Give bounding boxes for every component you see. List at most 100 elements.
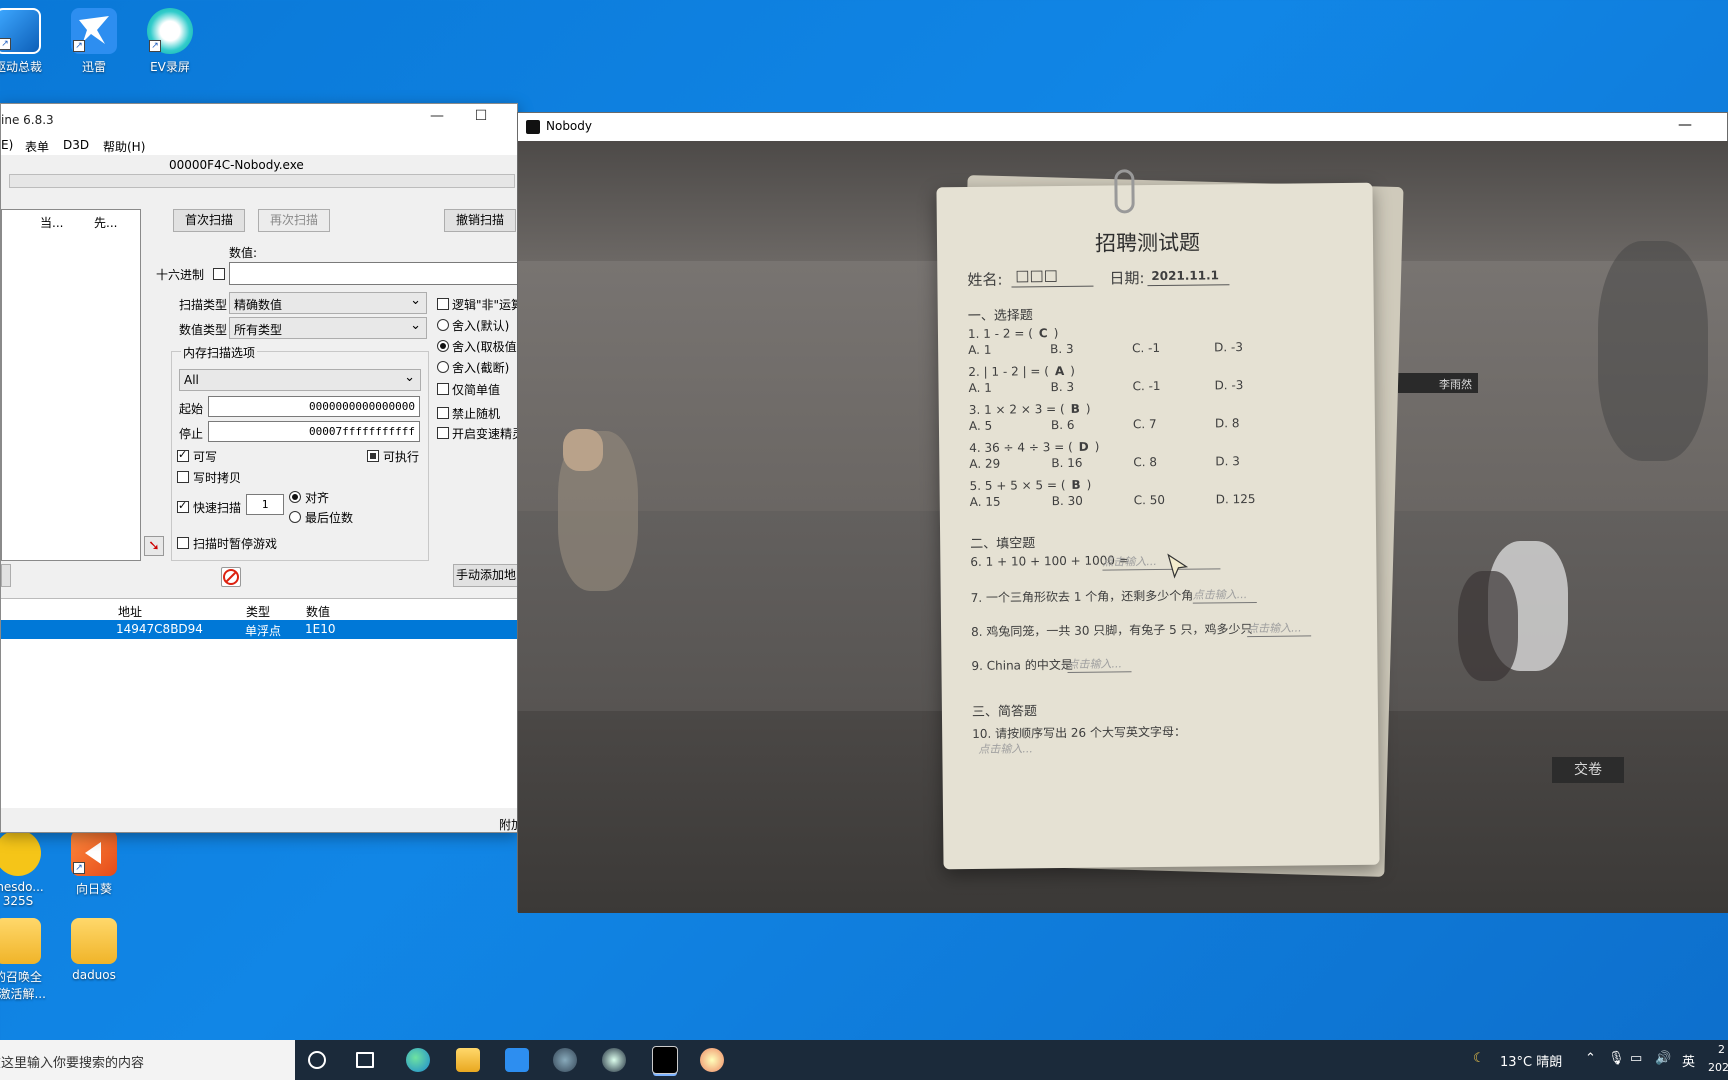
network-icon[interactable]: ▭	[1630, 1051, 1642, 1066]
stop-sign-icon[interactable]	[221, 567, 241, 587]
microphone-icon[interactable]: 🎙	[1608, 1051, 1625, 1066]
table-header-type[interactable]: 类型	[246, 603, 270, 620]
desktop-icon-ev-recorder[interactable]: ↗ EV录屏	[122, 8, 218, 75]
minimize-button[interactable]: —	[1678, 117, 1692, 133]
tray-chevron-icon[interactable]: ⌃	[1585, 1051, 1596, 1066]
ime-indicator[interactable]: 英	[1682, 1051, 1695, 1070]
answer-option[interactable]: A. 29	[969, 457, 1000, 471]
nobody-game-taskbar-icon[interactable]	[652, 1046, 678, 1074]
answer-option[interactable]: D. 125	[1216, 492, 1256, 506]
cortana-icon[interactable]	[308, 1051, 326, 1069]
answer-option[interactable]: B. 3	[1050, 342, 1074, 356]
column-header-current[interactable]: 当...	[40, 214, 63, 231]
executable-checkbox[interactable]	[367, 450, 379, 462]
stop-address-input[interactable]: 00007fffffffffff	[208, 421, 420, 442]
selected-answer[interactable]: B	[1071, 478, 1080, 492]
pause-game-checkbox[interactable]	[177, 537, 189, 549]
answer-input-6[interactable]: 点击输入...	[1102, 552, 1221, 571]
first-scan-button[interactable]: 首次扫描	[173, 209, 245, 232]
answer-option[interactable]: B. 6	[1051, 418, 1075, 432]
submit-button[interactable]: 交卷	[1552, 757, 1624, 783]
sunflower-taskbar-icon[interactable]	[700, 1048, 724, 1072]
game-viewport[interactable]: 李雨然 招聘测试题 姓名: □□□ 日期: 2021.11.1 一、选择题 1.…	[518, 141, 1728, 913]
pointer-arrow-icon[interactable]: ➘	[144, 536, 164, 556]
answer-option[interactable]: D. -3	[1214, 340, 1243, 354]
file-explorer-icon[interactable]	[456, 1048, 480, 1072]
answer-option[interactable]: A. 5	[969, 419, 992, 433]
selected-answer[interactable]: D	[1079, 440, 1089, 454]
next-scan-button[interactable]: 再次扫描	[258, 209, 330, 232]
answer-option[interactable]: A. 1	[968, 381, 991, 395]
round-default-radio[interactable]	[437, 319, 449, 331]
edge-browser-icon[interactable]	[406, 1048, 430, 1072]
clock-time[interactable]: 2	[1718, 1043, 1725, 1056]
selected-answer[interactable]: A	[1055, 364, 1064, 378]
desktop-icon-sunflower[interactable]: ↗ 向日葵	[46, 830, 142, 897]
start-address-input[interactable]: 0000000000000000	[208, 396, 420, 417]
table-row[interactable]: 14947C8BD94 单浮点 1E10	[1, 620, 519, 639]
menu-table[interactable]: 表单	[25, 138, 49, 155]
desktop-icon-folder-daduos[interactable]: daduos	[46, 918, 142, 982]
maximize-button[interactable]: ☐	[461, 108, 501, 124]
column-header-previous[interactable]: 先...	[94, 214, 117, 231]
round-truncate-radio[interactable]	[437, 361, 449, 373]
found-address-list[interactable]: 当... 先...	[1, 209, 141, 561]
taskbar-search-box[interactable]: 在这里输入你要搜索的内容	[0, 1040, 295, 1080]
menu-help[interactable]: 帮助(H)	[103, 138, 145, 155]
xunlei-taskbar-icon[interactable]	[505, 1048, 529, 1072]
fast-scan-checkbox[interactable]	[177, 499, 189, 513]
round-extreme-radio[interactable]	[437, 340, 449, 352]
memory-view-button[interactable]	[1, 564, 11, 587]
table-header-address[interactable]: 地址	[118, 603, 142, 620]
answer-input-10[interactable]: 点击输入...	[978, 740, 1033, 757]
answer-option[interactable]: D. 3	[1215, 454, 1240, 468]
answer-option[interactable]: C. -1	[1132, 379, 1160, 393]
memory-region-select[interactable]: All	[179, 369, 421, 391]
answer-option[interactable]: B. 3	[1050, 380, 1074, 394]
task-view-icon[interactable]	[356, 1052, 374, 1068]
logical-not-checkbox[interactable]	[437, 298, 449, 310]
answer-option[interactable]: B. 16	[1051, 456, 1082, 470]
scan-value-input[interactable]	[229, 262, 519, 285]
answer-input-9[interactable]: 点击输入...	[1067, 655, 1132, 673]
row-value: 1E10	[305, 622, 336, 636]
answer-option[interactable]: A. 1	[968, 343, 991, 357]
align-radio[interactable]	[289, 491, 301, 503]
add-address-manually-button[interactable]: 手动添加地	[453, 564, 519, 587]
answer-option[interactable]: D. 8	[1215, 416, 1240, 430]
minimize-button[interactable]: —	[417, 108, 457, 124]
question-5: 5. 5 + 5 × 5 = (B)	[969, 478, 1091, 493]
no-random-label: 禁止随机	[452, 407, 501, 421]
answer-option[interactable]: B. 30	[1052, 494, 1083, 508]
answer-option[interactable]: C. 50	[1134, 493, 1165, 507]
selected-answer[interactable]: C	[1039, 326, 1048, 340]
steam-icon[interactable]	[602, 1048, 626, 1072]
answer-option[interactable]: A. 15	[970, 495, 1001, 509]
undo-scan-button[interactable]: 撤销扫描	[444, 209, 516, 232]
value-type-select[interactable]: 所有类型	[229, 317, 427, 339]
hex-checkbox[interactable]	[213, 268, 225, 280]
speedhack-checkbox[interactable]	[437, 427, 449, 439]
answer-option[interactable]: C. 7	[1133, 417, 1157, 431]
simple-values-checkbox[interactable]	[437, 383, 449, 395]
last-digits-radio[interactable]	[289, 511, 301, 523]
menu-edit[interactable]: E)	[1, 138, 13, 152]
clock-date[interactable]: 202	[1708, 1061, 1728, 1074]
scan-type-select[interactable]: 精确数值	[229, 292, 427, 314]
cheat-engine-taskbar-icon[interactable]	[553, 1048, 577, 1072]
answer-input-8[interactable]: 点击输入...	[1246, 619, 1312, 638]
fast-scan-input[interactable]: 1	[246, 494, 284, 515]
copy-on-write-checkbox[interactable]	[177, 471, 189, 483]
cheat-table[interactable]: 地址 类型 数值 14947C8BD94 单浮点 1E10	[1, 598, 519, 808]
volume-icon[interactable]: 🔊	[1655, 1051, 1671, 1066]
writable-checkbox[interactable]	[177, 448, 189, 462]
weather-text[interactable]: 13°C 晴朗	[1500, 1051, 1562, 1070]
answer-option[interactable]: D. -3	[1214, 378, 1243, 392]
answer-input-7[interactable]: 点击输入...	[1192, 585, 1257, 604]
selected-answer[interactable]: B	[1071, 402, 1080, 416]
menu-d3d[interactable]: D3D	[63, 138, 89, 152]
answer-option[interactable]: C. 8	[1133, 455, 1157, 469]
answer-option[interactable]: C. -1	[1132, 341, 1160, 355]
table-header-value[interactable]: 数值	[306, 603, 330, 620]
no-random-checkbox[interactable]	[437, 407, 449, 419]
